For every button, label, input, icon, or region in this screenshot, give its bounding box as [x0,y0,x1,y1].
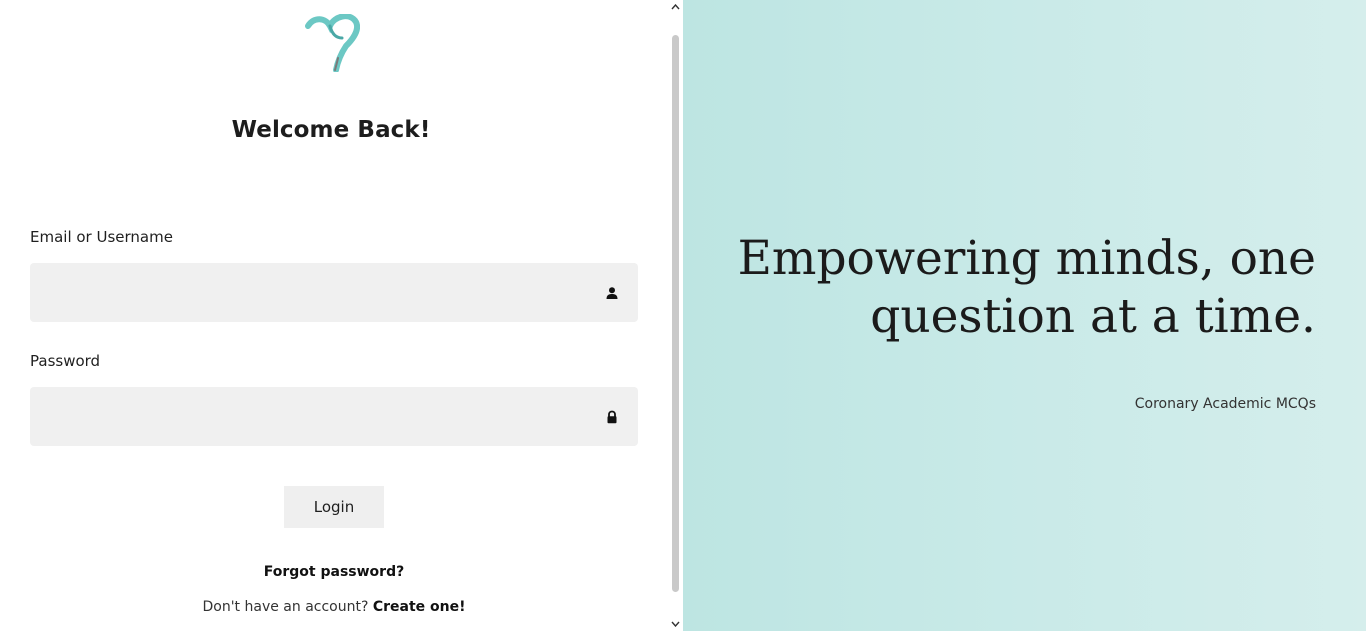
password-field[interactable] [30,387,638,446]
chevron-down-icon[interactable] [668,617,683,631]
chevron-up-icon[interactable] [668,0,683,14]
tagline-line-1: Empowering minds, one [737,231,1316,286]
no-account-text: Don't have an account? [202,599,369,615]
user-icon [606,287,618,299]
login-panel: Welcome Back! Email or Username Password… [0,0,683,631]
hero-tagline: Empowering minds, one question at a time… [716,230,1316,346]
login-page: Welcome Back! Email or Username Password… [0,0,1366,631]
email-field[interactable] [30,263,638,322]
lock-icon [607,410,617,424]
create-account-link[interactable]: Create one! [373,599,466,615]
login-button[interactable]: Login [284,486,384,528]
forgot-password-link[interactable]: Forgot password? [0,564,668,580]
scrollbar-thumb[interactable] [672,35,679,592]
signup-prompt: Don't have an account? Create one! [0,599,668,615]
password-label: Password [30,352,101,370]
brand-name: Coronary Academic MCQs [1134,396,1316,412]
login-form: Welcome Back! Email or Username Password… [0,0,668,631]
tagline-line-2: question at a time. [870,289,1316,344]
hero-panel: Empowering minds, one question at a time… [683,0,1366,631]
email-label: Email or Username [30,228,173,246]
page-title: Welcome Back! [231,117,431,143]
email-input[interactable] [30,263,590,322]
heart-logo-icon [305,14,360,72]
scrollbar[interactable] [668,0,683,631]
password-input[interactable] [30,387,590,446]
